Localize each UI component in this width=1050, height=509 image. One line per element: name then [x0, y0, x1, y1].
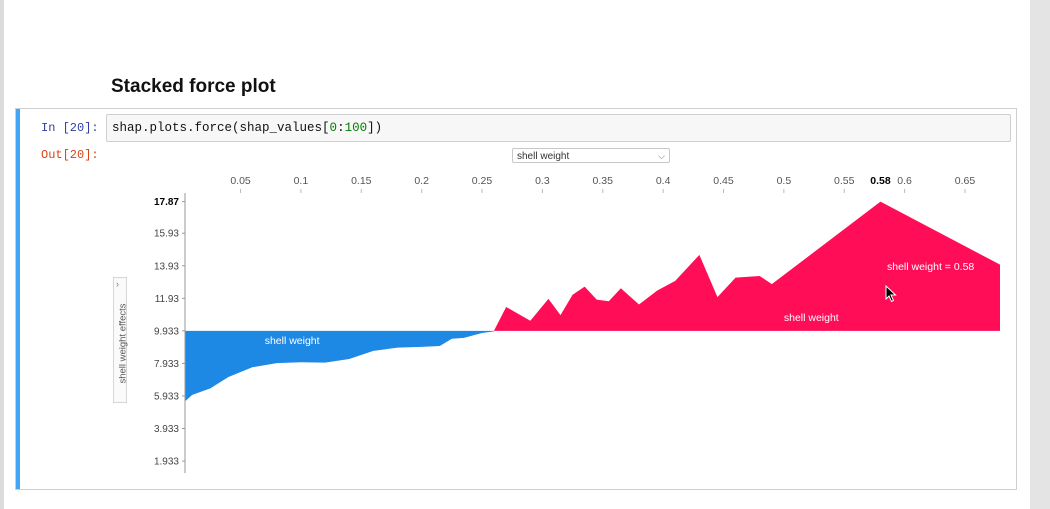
x-tick-label: 0.25	[472, 175, 493, 187]
force-plot[interactable]: 0.05 0.1 0.15 0.2 0.25 0.3 0.35 0.4 0.45 0.5 0.55 0…	[16, 109, 1016, 489]
y-tick-label: 1.933	[154, 457, 179, 468]
y-tick-label: 15.93	[154, 229, 179, 240]
notebook-cell[interactable]: In [20]: shap.plots.force(shap_values[0:…	[15, 108, 1017, 490]
series-label-negative: shell weight	[265, 335, 320, 347]
y-tick-label: 17.87	[154, 197, 179, 208]
x-highlight-label: 0.58	[870, 175, 891, 187]
y-tick-label: 3.933	[154, 424, 179, 435]
y-axis-feature-button[interactable]: › shell weight effects	[113, 277, 129, 403]
y-tick-label: 5.933	[154, 391, 179, 402]
x-tick-label: 0.2	[414, 175, 429, 187]
x-tick-label: 0.5	[777, 175, 792, 187]
y-tick-label: 13.93	[154, 261, 179, 272]
x-tick-label: 0.05	[230, 175, 251, 187]
window-scroll-area	[1030, 0, 1050, 509]
x-tick-label: 0.1	[294, 175, 309, 187]
x-tick-label: 0.15	[351, 175, 372, 187]
series-area-negative	[185, 330, 495, 402]
hover-value-label: shell weight = 0.58	[887, 261, 974, 273]
series-label-positive: shell weight	[784, 312, 839, 324]
y-tick-label: 7.933	[154, 359, 179, 370]
x-tick-label: 0.55	[834, 175, 855, 187]
y-tick-label: 9.933	[154, 326, 179, 337]
x-tick-label: 0.6	[897, 175, 912, 187]
x-tick-label: 0.4	[656, 175, 671, 187]
y-axis-label: shell weight effects	[117, 303, 129, 384]
chevron-right-icon: ›	[116, 279, 119, 289]
section-heading: Stacked force plot	[111, 76, 276, 97]
x-tick-label: 0.35	[593, 175, 614, 187]
y-tick-label: 11.93	[155, 294, 180, 305]
mouse-cursor-icon	[885, 284, 897, 308]
x-tick-label: 0.65	[955, 175, 976, 187]
x-tick-label: 0.3	[535, 175, 550, 187]
x-tick-label: 0.45	[713, 175, 734, 187]
